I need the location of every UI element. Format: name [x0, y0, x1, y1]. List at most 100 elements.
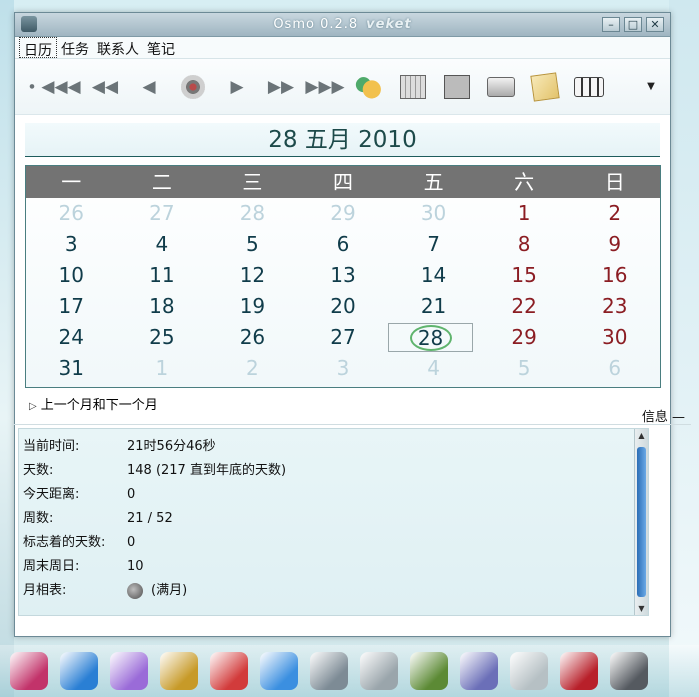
- day-cell[interactable]: 28: [207, 198, 298, 229]
- day-cell[interactable]: 13: [298, 260, 389, 291]
- day-cell[interactable]: 21: [388, 291, 479, 322]
- prev-year-button[interactable]: ◀◀◀: [39, 69, 83, 105]
- day-cell[interactable]: 18: [117, 291, 208, 322]
- day-cell[interactable]: 12: [207, 260, 298, 291]
- next-month-button[interactable]: ▶▶: [259, 69, 303, 105]
- info-section-label: 信息 —: [641, 410, 685, 425]
- day-number: 5: [517, 356, 531, 380]
- flower-app-icon[interactable]: [10, 652, 48, 690]
- sync-icon: [355, 74, 383, 99]
- day-cell[interactable]: 31: [26, 353, 117, 384]
- day-cell[interactable]: 6: [298, 229, 389, 260]
- day-cell[interactable]: 16: [569, 260, 660, 291]
- next-day-button[interactable]: ▶: [215, 69, 259, 105]
- tab-calendar[interactable]: 日历: [19, 37, 57, 59]
- gramophone-app-icon[interactable]: [160, 652, 198, 690]
- notes-app-icon[interactable]: [360, 652, 398, 690]
- scroll-thumb[interactable]: [637, 447, 646, 597]
- weekday-header: 一二三四五六日: [26, 166, 660, 198]
- calendar-app-icon[interactable]: [510, 652, 548, 690]
- day-cell[interactable]: 10: [26, 260, 117, 291]
- day-number: 6: [608, 356, 622, 380]
- day-cell[interactable]: 27: [298, 322, 389, 353]
- toolbar: ● ◀◀◀ ◀◀ ◀ ▶ ▶▶ ▶▶▶ ▼: [15, 59, 670, 115]
- globe-app-icon[interactable]: [60, 652, 98, 690]
- prev-month-button[interactable]: ◀◀: [83, 69, 127, 105]
- scroll-down-icon[interactable]: ▼: [635, 604, 648, 613]
- day-cell[interactable]: 5: [479, 353, 570, 384]
- paint-app-icon[interactable]: [110, 652, 148, 690]
- day-cell[interactable]: 29: [479, 322, 570, 353]
- tab-contacts[interactable]: 联系人: [93, 37, 143, 58]
- tab-notes[interactable]: 笔记: [143, 37, 179, 58]
- calendar-grid-button[interactable]: [391, 69, 435, 105]
- info-value: 10: [127, 559, 144, 574]
- maximize-button[interactable]: □: [624, 17, 642, 32]
- day-cell[interactable]: 6: [569, 353, 660, 384]
- minimize-button[interactable]: –: [602, 17, 620, 32]
- day-cell[interactable]: 5: [207, 229, 298, 260]
- prev-day-button[interactable]: ◀: [127, 69, 171, 105]
- day-cell[interactable]: 8: [479, 229, 570, 260]
- chat-app-icon[interactable]: [260, 652, 298, 690]
- day-cell[interactable]: 26: [26, 198, 117, 229]
- menu-arrow-icon: ▼: [647, 81, 655, 92]
- day-cell[interactable]: 3: [298, 353, 389, 384]
- webcam-app-icon[interactable]: [610, 652, 648, 690]
- day-cell[interactable]: 25: [117, 322, 208, 353]
- prev-next-month-expander[interactable]: ▷ 上一个月和下一个月: [29, 394, 670, 413]
- day-cell[interactable]: 23: [569, 291, 660, 322]
- day-cell[interactable]: 17: [26, 291, 117, 322]
- day-cell[interactable]: 4: [117, 229, 208, 260]
- day-cell[interactable]: 3: [26, 229, 117, 260]
- info-scrollbar[interactable]: ▲ ▼: [634, 429, 648, 615]
- day-number: 1: [517, 201, 531, 225]
- disk-app-icon[interactable]: [460, 652, 498, 690]
- day-number: 4: [155, 232, 169, 256]
- today-button[interactable]: [171, 69, 215, 105]
- tab-tasks[interactable]: 任务: [57, 37, 93, 58]
- day-cell[interactable]: 7: [388, 229, 479, 260]
- day-cell[interactable]: 19: [207, 291, 298, 322]
- day-cell[interactable]: 20: [298, 291, 389, 322]
- next-year-button[interactable]: ▶▶▶: [303, 69, 347, 105]
- day-cell[interactable]: 26: [207, 322, 298, 353]
- edit-note-button[interactable]: [523, 69, 567, 105]
- day-cell[interactable]: 22: [479, 291, 570, 322]
- day-cell[interactable]: 11: [117, 260, 208, 291]
- day-cell[interactable]: 1: [117, 353, 208, 384]
- title-bar[interactable]: Osmo 0.2.8 veket – □ ✕: [15, 13, 670, 37]
- print-button[interactable]: [479, 69, 523, 105]
- day-cell[interactable]: 27: [117, 198, 208, 229]
- day-cell[interactable]: 29: [298, 198, 389, 229]
- info-divider: [12, 424, 691, 425]
- day-number: 28: [239, 201, 266, 225]
- info-key: 天数:: [23, 463, 54, 478]
- day-cell[interactable]: 4: [388, 353, 479, 384]
- image-app-icon[interactable]: [410, 652, 448, 690]
- scroll-up-icon[interactable]: ▲: [635, 431, 648, 440]
- window-subtitle: veket: [366, 17, 412, 32]
- document-app-icon[interactable]: [310, 652, 348, 690]
- day-cell[interactable]: 14: [388, 260, 479, 291]
- day-cell[interactable]: 30: [388, 198, 479, 229]
- day-cell[interactable]: 1: [479, 198, 570, 229]
- day-cell[interactable]: 24: [26, 322, 117, 353]
- close-button[interactable]: ✕: [646, 17, 664, 32]
- help-app-icon[interactable]: [560, 652, 598, 690]
- cards-button[interactable]: [567, 69, 611, 105]
- day-cell[interactable]: 2: [569, 198, 660, 229]
- selected-day-cell[interactable]: 28: [388, 323, 473, 352]
- sync-button[interactable]: [347, 69, 391, 105]
- calculator-button[interactable]: [435, 69, 479, 105]
- day-cell[interactable]: 9: [569, 229, 660, 260]
- day-cell[interactable]: 15: [479, 260, 570, 291]
- info-value: 21时56分46秒: [127, 439, 216, 454]
- info-row: 天数: 148 (217 直到年底的天数): [19, 459, 648, 483]
- day-number: 23: [601, 294, 628, 318]
- network-app-icon[interactable]: [210, 652, 248, 690]
- day-cell[interactable]: 2: [207, 353, 298, 384]
- day-cell[interactable]: 30: [569, 322, 660, 353]
- day-number: 13: [330, 263, 356, 287]
- toolbar-overflow-button[interactable]: ▼: [638, 69, 664, 105]
